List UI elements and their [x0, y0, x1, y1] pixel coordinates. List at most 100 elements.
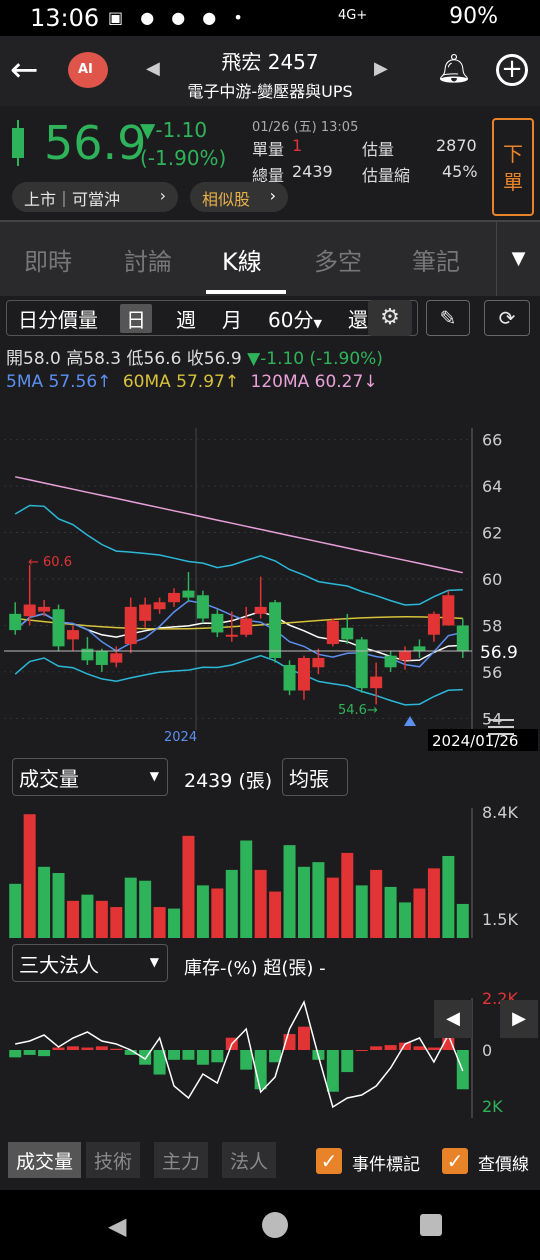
institutional-bar: [211, 1050, 224, 1063]
volume-bar: [413, 888, 426, 938]
candle-body: [427, 613, 440, 635]
candle-body: [399, 651, 412, 661]
candle-body: [326, 620, 339, 645]
candle-body: [196, 595, 209, 619]
volume-bar: [182, 835, 195, 938]
candle-body: [139, 604, 152, 621]
volume-bar: [456, 903, 469, 938]
low-annotation: 54.6→: [338, 703, 378, 718]
caret-down-icon: ▼: [149, 955, 159, 969]
candle-body: [153, 602, 166, 610]
nav-back-icon[interactable]: ◀: [108, 1212, 126, 1240]
institutional-bar: [355, 1050, 368, 1051]
volume-bar: [254, 869, 267, 938]
price-tick-label: 58: [482, 616, 502, 635]
candle-body: [95, 651, 108, 665]
candle-body: [52, 609, 65, 647]
institutional-tick-label: 0: [482, 1041, 492, 1060]
institutional-bar: [23, 1050, 36, 1055]
scroll-left-icon[interactable]: ◀: [434, 1000, 472, 1038]
price-tick-label: 56: [482, 663, 502, 682]
candle-body: [370, 676, 383, 689]
institutional-bar: [66, 1046, 79, 1050]
candle-body: [456, 625, 469, 652]
tab-volume[interactable]: 成交量: [8, 1142, 82, 1178]
volume-bar: [66, 900, 79, 938]
volume-tick-label: 8.4K: [482, 803, 518, 822]
event-marker-icon: [404, 716, 416, 726]
tab-technical[interactable]: 技術: [86, 1142, 141, 1178]
price-tick-label: 62: [482, 524, 502, 543]
candle-body: [413, 646, 426, 652]
institutional-bar: [182, 1050, 195, 1060]
volume-bar: [240, 840, 253, 938]
high-annotation: ← 60.6: [28, 555, 72, 570]
institutional-bar: [95, 1046, 108, 1050]
institutional-bar: [196, 1050, 209, 1065]
volume-indicator-select[interactable]: 成交量 ▼: [12, 758, 168, 796]
caret-down-icon: ▼: [149, 769, 159, 783]
candle-body: [297, 657, 310, 691]
price-line-checkbox[interactable]: ✓: [442, 1148, 468, 1174]
volume-bar: [168, 908, 181, 938]
volume-bar: [427, 868, 440, 938]
price-tick-label: 66: [482, 431, 502, 450]
volume-bar: [269, 891, 282, 938]
scroll-right-icon[interactable]: ▶: [500, 1000, 538, 1038]
candle-body: [341, 627, 354, 640]
candle-body: [240, 618, 253, 635]
holding-ratio-line: [15, 999, 464, 1109]
institutional-bar: [81, 1047, 94, 1050]
institutional-indicator-select[interactable]: 三大法人 ▼: [12, 944, 168, 982]
volume-bar: [23, 814, 36, 938]
price-line-label: 查價線: [478, 1155, 529, 1175]
tab-major[interactable]: 主力: [154, 1142, 209, 1178]
candle-body: [66, 630, 79, 640]
candle-body: [254, 606, 267, 614]
candle-body: [225, 634, 238, 637]
institutional-bar: [427, 1047, 440, 1050]
institutional-indicator-label: 三大法人: [19, 953, 99, 977]
volume-bar: [95, 900, 108, 938]
institutional-bar: [52, 1047, 65, 1050]
candle-body: [269, 602, 282, 658]
volume-bar: [283, 845, 296, 938]
institutional-caption: 庫存-(%) 超(張) -: [184, 958, 326, 979]
volume-mode-label: 均張: [289, 767, 329, 791]
institutional-bar: [326, 1050, 339, 1092]
institutional-bar: [341, 1050, 354, 1073]
volume-bar: [139, 880, 152, 938]
tab-institutional[interactable]: 法人: [222, 1142, 277, 1178]
volume-bar: [52, 873, 65, 938]
volume-bar: [312, 862, 325, 938]
ma120-line: [15, 476, 463, 574]
candle-body: [168, 592, 181, 603]
indicator-tabs: 成交量 技術 主力 法人 ✓ 事件標記 ✓ 查價線: [0, 1138, 540, 1184]
volume-bar: [355, 885, 368, 938]
volume-bar: [38, 866, 51, 938]
institutional-bar: [254, 1050, 267, 1090]
price-tick-label: 54: [482, 709, 502, 728]
volume-bar: [81, 894, 94, 938]
volume-mode-select[interactable]: 均張: [282, 758, 348, 796]
institutional-bar: [168, 1050, 181, 1060]
year-label: 2024: [164, 730, 197, 745]
event-checkbox[interactable]: ✓: [316, 1148, 342, 1174]
institutional-bar: [110, 1048, 123, 1050]
nav-home-icon[interactable]: [262, 1212, 288, 1238]
volume-bar: [384, 886, 397, 938]
volume-bar: [341, 852, 354, 938]
candle-body: [442, 595, 455, 626]
volume-value: 2439 (張): [184, 770, 273, 792]
candle-body: [211, 613, 224, 633]
candle-body: [38, 606, 51, 612]
candle-body: [355, 639, 368, 689]
institutional-bar: [413, 1046, 426, 1050]
institutional-bar: [38, 1050, 51, 1057]
institutional-bar: [240, 1050, 253, 1070]
kline-chart[interactable]: 5456586062646656.9← 60.654.6→2024 2024/01…: [0, 0, 540, 1260]
price-tick-label: 64: [482, 477, 502, 496]
nav-recents-icon[interactable]: [420, 1214, 442, 1236]
institutional-bar: [9, 1050, 22, 1058]
candle-body: [124, 606, 137, 645]
